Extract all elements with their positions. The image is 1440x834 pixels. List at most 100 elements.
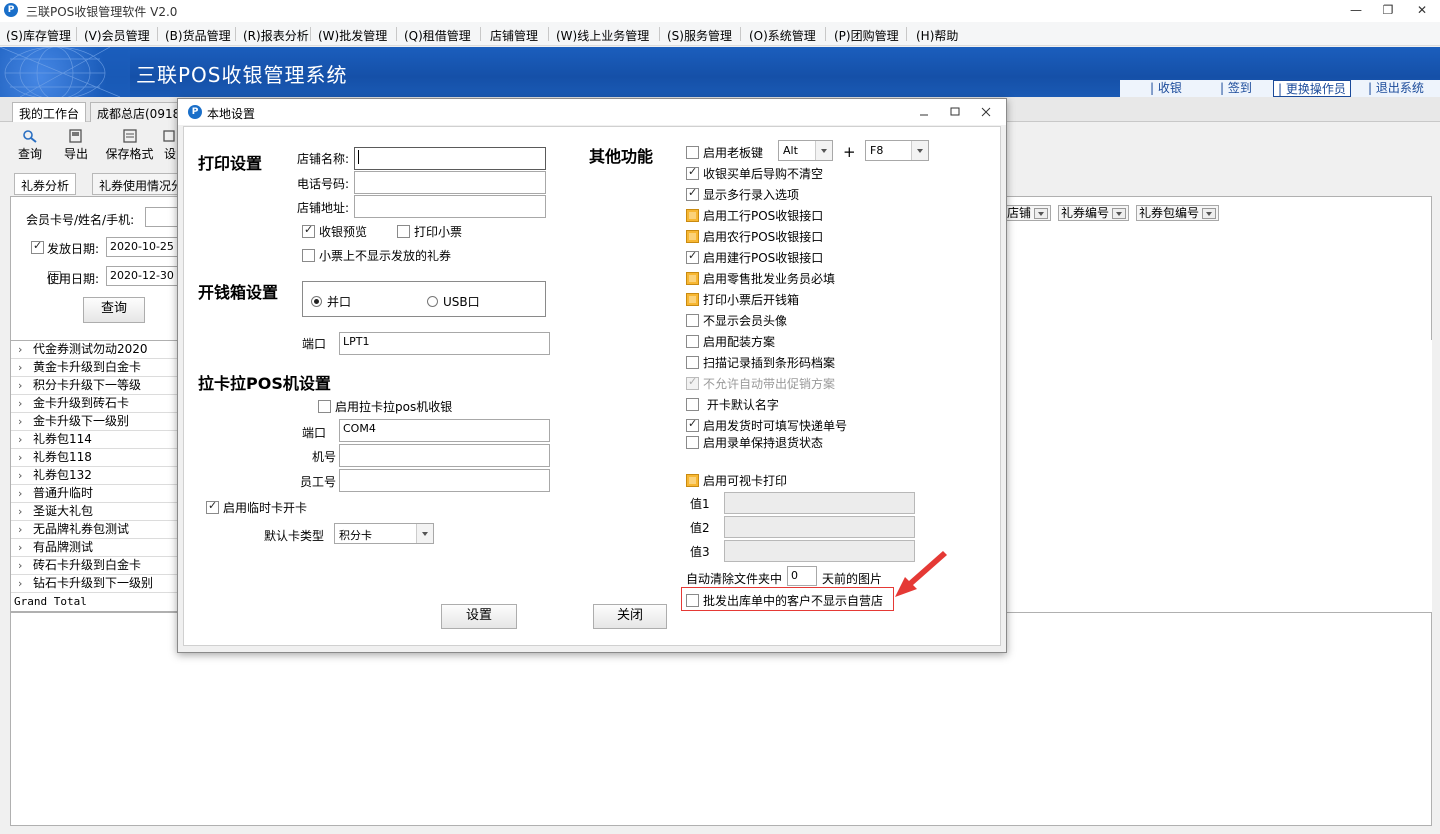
auto-clear-days-input[interactable]: 0 <box>787 566 817 586</box>
staff-no-input[interactable] <box>339 469 550 492</box>
dialog-close-button[interactable] <box>978 104 994 120</box>
filter-query-button[interactable]: 查询 <box>83 297 145 323</box>
other-option-item[interactable]: 启用录单保持退货状态 <box>686 434 823 451</box>
other-option-checkbox[interactable] <box>686 398 699 411</box>
other-option-item[interactable]: 启用工行POS收银接口 <box>686 207 823 224</box>
lakala-port-input[interactable]: COM4 <box>339 419 550 442</box>
list-item[interactable]: › 积分卡升级下一等级 <box>11 377 179 395</box>
menu-wholesale[interactable]: (W)批发管理 <box>318 27 387 44</box>
value2-input[interactable] <box>724 516 915 538</box>
other-option-checkbox[interactable] <box>686 436 699 449</box>
boss-key-key-select[interactable]: F8 <box>865 140 929 161</box>
preview-option[interactable]: 收银预览 <box>302 223 367 240</box>
menu-reports[interactable]: (R)报表分析 <box>243 27 309 44</box>
other-option-item[interactable]: 扫描记录插到条形码档案 <box>686 354 835 371</box>
lakala-enable-checkbox[interactable] <box>318 400 331 413</box>
list-item[interactable]: › 钻石卡升级到下一级别 <box>11 575 179 593</box>
visual-card-checkbox[interactable] <box>686 474 699 487</box>
close-dialog-button[interactable]: 关闭 <box>593 604 667 629</box>
field-header-store[interactable]: 店铺 <box>1004 205 1052 221</box>
save-settings-button[interactable]: 设置 <box>441 604 517 629</box>
list-item[interactable]: › 代金券测试勿动2020 <box>11 341 179 359</box>
other-option-checkbox[interactable] <box>686 417 699 432</box>
other-option-checkbox[interactable] <box>686 209 699 222</box>
signin-link[interactable]: | 签到 <box>1220 80 1252 97</box>
field-header-coupon-id[interactable]: 礼券编号 <box>1058 205 1130 221</box>
tab-coupon-analysis[interactable]: 礼券分析 <box>14 173 77 195</box>
switch-operator-link[interactable]: | 更换操作员 <box>1273 80 1351 97</box>
parallel-port-radio[interactable]: 并口 <box>311 293 351 310</box>
menu-help[interactable]: (H)帮助 <box>916 27 958 44</box>
query-tool-button[interactable]: 查询 <box>10 127 50 162</box>
list-item[interactable]: › 礼券包114 <box>11 431 179 449</box>
other-option-checkbox[interactable] <box>686 186 699 201</box>
hide-coupons-checkbox[interactable] <box>302 249 315 262</box>
other-option-item[interactable]: 启用农行POS收银接口 <box>686 228 823 245</box>
other-option-checkbox[interactable] <box>686 230 699 243</box>
issue-date-checkbox[interactable] <box>31 239 44 254</box>
menu-stores[interactable]: 店铺管理 <box>490 27 538 44</box>
dialog-minimize-button[interactable] <box>916 104 932 120</box>
hide-coupons-option[interactable]: 小票上不显示发放的礼券 <box>302 247 451 264</box>
list-item[interactable]: › 金卡升级到砖石卡 <box>11 395 179 413</box>
restore-button[interactable]: ❐ <box>1378 2 1398 18</box>
value3-input[interactable] <box>724 540 915 562</box>
value1-input[interactable] <box>724 492 915 514</box>
other-option-item[interactable]: 启用建行POS收银接口 <box>686 249 823 266</box>
menu-online[interactable]: (W)线上业务管理 <box>556 27 649 44</box>
menu-rental[interactable]: (Q)租借管理 <box>404 27 471 44</box>
cashier-link[interactable]: | 收银 <box>1150 80 1182 97</box>
boss-key-modifier-select[interactable]: Alt <box>778 140 833 161</box>
save-format-tool-button[interactable]: 保存格式 <box>102 127 157 162</box>
close-window-button[interactable]: ✕ <box>1412 2 1432 18</box>
menu-goods[interactable]: (B)货品管理 <box>165 27 231 44</box>
other-option-item[interactable]: 启用配装方案 <box>686 333 775 350</box>
use-date-input[interactable]: 2020-12-30 <box>106 266 186 286</box>
list-item[interactable]: › 砖石卡升级到白金卡 <box>11 557 179 575</box>
other-option-checkbox[interactable] <box>686 272 699 285</box>
issue-date-input[interactable]: 2020-10-25 <box>106 237 186 257</box>
dialog-maximize-button[interactable] <box>947 104 963 120</box>
cashbox-port-input[interactable]: LPT1 <box>339 332 550 355</box>
other-option-checkbox[interactable] <box>686 314 699 327</box>
list-item[interactable]: › 礼券包118 <box>11 449 179 467</box>
other-option-item[interactable]: 显示多行录入选项 <box>686 186 799 203</box>
other-option-item[interactable]: 启用发货时可填写快递单号 <box>686 417 847 434</box>
machine-no-input[interactable] <box>339 444 550 467</box>
temp-card-checkbox[interactable] <box>206 499 219 514</box>
wholesale-hide-store-option[interactable]: 批发出库单中的客户不显示自营店 <box>686 592 883 609</box>
list-item[interactable]: › 圣诞大礼包 <box>11 503 179 521</box>
print-receipt-checkbox[interactable] <box>397 225 410 238</box>
other-option-item[interactable]: 不显示会员头像 <box>686 312 787 329</box>
default-card-type-select[interactable]: 积分卡 <box>334 523 434 544</box>
print-receipt-option[interactable]: 打印小票 <box>397 223 462 240</box>
menu-members[interactable]: (V)会员管理 <box>84 27 150 44</box>
preview-checkbox[interactable] <box>302 223 315 238</box>
field-header-package-id[interactable]: 礼券包编号 <box>1136 205 1220 221</box>
menu-service[interactable]: (S)服务管理 <box>667 27 732 44</box>
phone-input[interactable] <box>354 171 546 194</box>
exit-system-link[interactable]: | 退出系统 <box>1368 80 1424 97</box>
other-option-item[interactable]: 开卡默认名字 <box>686 396 779 413</box>
store-name-input[interactable] <box>354 147 546 170</box>
tab-workbench[interactable]: 我的工作台 <box>12 102 87 122</box>
other-option-checkbox[interactable] <box>686 293 699 306</box>
address-input[interactable] <box>354 195 546 218</box>
usb-port-radio[interactable]: USB口 <box>427 293 480 310</box>
other-option-checkbox[interactable] <box>686 356 699 369</box>
list-item[interactable]: › 普通升临时 <box>11 485 179 503</box>
menu-inventory[interactable]: (S)库存管理 <box>6 27 71 44</box>
other-option-item[interactable]: 启用零售批发业务员必填 <box>686 270 835 287</box>
lakala-enable-option[interactable]: 启用拉卡拉pos机收银 <box>318 398 452 415</box>
other-option-item[interactable]: 打印小票后开钱箱 <box>686 291 799 308</box>
visual-card-option[interactable]: 启用可视卡打印 <box>686 472 787 489</box>
other-option-checkbox[interactable] <box>686 335 699 348</box>
list-item[interactable]: › 金卡升级下一级别 <box>11 413 179 431</box>
boss-key-checkbox[interactable] <box>686 146 699 159</box>
other-option-checkbox[interactable] <box>686 165 699 180</box>
list-item[interactable]: › 礼券包132 <box>11 467 179 485</box>
list-item[interactable]: › 黄金卡升级到白金卡 <box>11 359 179 377</box>
menu-system[interactable]: (O)系统管理 <box>749 27 816 44</box>
other-option-item[interactable]: 收银买单后导购不清空 <box>686 165 823 182</box>
temp-card-option[interactable]: 启用临时卡开卡 <box>206 499 307 516</box>
